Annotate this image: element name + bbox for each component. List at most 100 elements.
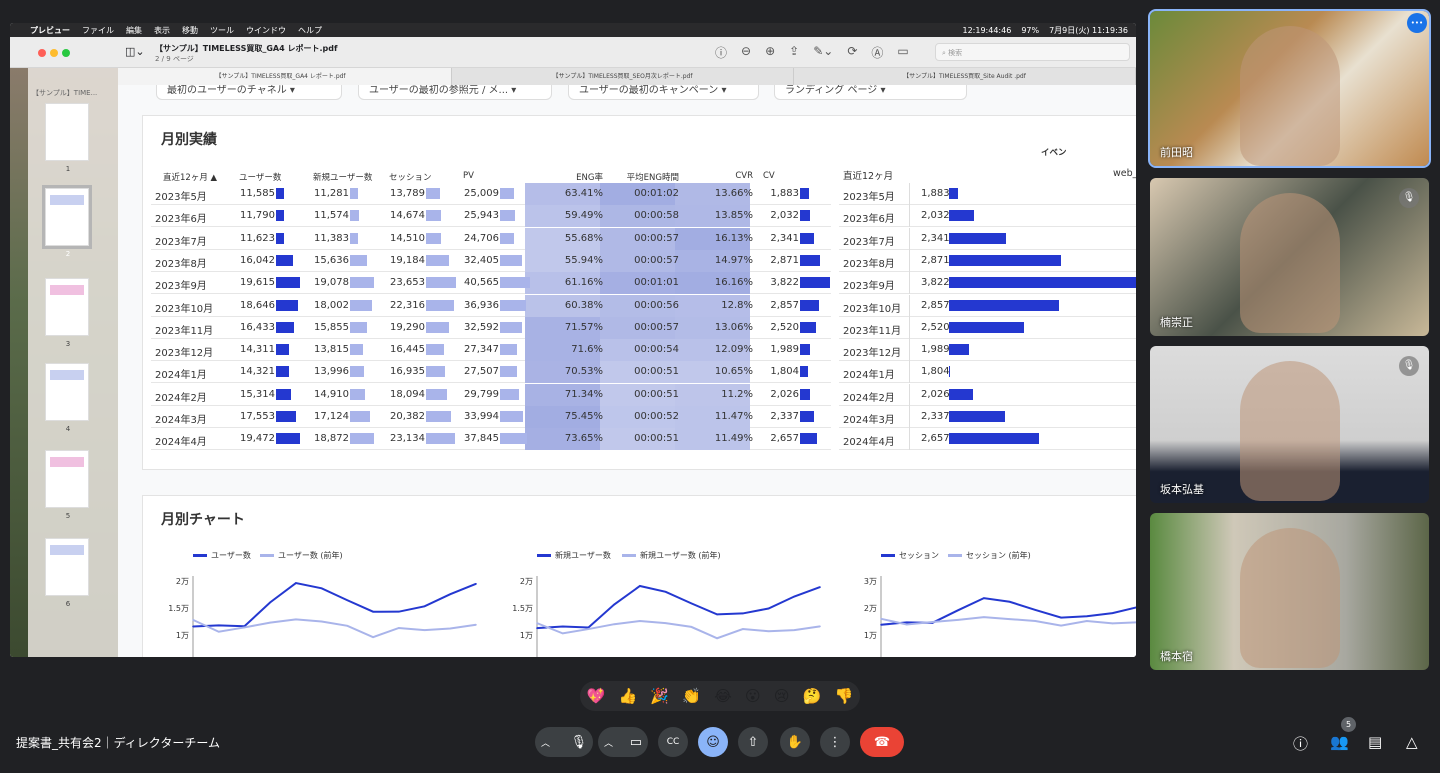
menu-item[interactable]: 表示	[154, 25, 170, 36]
filter-first-user-campaign[interactable]: ユーザーの最初のキャンペーン ▾	[568, 85, 759, 100]
column-header[interactable]: CVR	[671, 171, 753, 181]
reaction-emoji[interactable]: 😢	[774, 687, 790, 705]
column-header[interactable]: PV	[463, 171, 474, 181]
cv-bar	[949, 366, 950, 378]
participant-name: 坂本弘基	[1160, 483, 1204, 496]
value-bar	[426, 321, 449, 333]
column-header[interactable]: 新規ユーザー数	[313, 171, 372, 183]
share-icon[interactable]: ⇪	[789, 44, 799, 61]
column-header[interactable]: CV	[763, 171, 775, 181]
zoom-out-icon[interactable]: ⊖	[741, 44, 751, 61]
present-button[interactable]: ⇧	[738, 727, 768, 757]
page-thumbnail[interactable]	[45, 538, 89, 596]
value-bar	[500, 232, 514, 244]
tab-seo-report[interactable]: 【サンプル】TIMELESS買取_SEO月次レポート.pdf	[452, 68, 794, 85]
data-point	[957, 619, 959, 621]
zoom-in-icon[interactable]: ⊕	[765, 44, 775, 61]
data-point	[192, 619, 194, 621]
meeting-info-icon[interactable]: ⓘ	[1293, 733, 1308, 754]
page-thumbnail[interactable]	[45, 450, 89, 508]
menu-item[interactable]: 編集	[126, 25, 142, 36]
table-row: 2023年10月 18,646 18,002 22,316 36,936 60.38% 00…	[151, 294, 831, 317]
menu-item[interactable]: 移動	[182, 25, 198, 36]
reaction-emoji[interactable]: 😮	[745, 687, 761, 705]
page-thumbnail[interactable]	[45, 278, 89, 336]
tab-ga4-report[interactable]: 【サンプル】TIMELESS買取_GA4 レポート.pdf	[110, 68, 452, 85]
markup-pen-icon[interactable]: ✎⌄	[813, 44, 833, 61]
data-point	[475, 623, 477, 626]
reaction-emoji[interactable]: 🎉	[650, 687, 669, 705]
people-icon[interactable]: 👥	[1330, 733, 1349, 751]
sidebar-toggle-icon[interactable]: ◫⌄	[125, 45, 145, 58]
table-cell: 14,311	[240, 344, 275, 356]
zoom-window-button[interactable]	[62, 49, 70, 57]
table-cell: 25,943	[464, 210, 499, 222]
y-tick-label: 2万	[520, 577, 533, 586]
captions-button[interactable]: CC	[658, 727, 688, 757]
camera-button[interactable]: ︿ ▭	[598, 727, 648, 757]
filter-first-user-source[interactable]: ユーザーの最初の参照元 / メ... ▾	[358, 85, 552, 100]
data-point	[217, 624, 220, 627]
reaction-emoji[interactable]: 👏	[682, 687, 701, 705]
table-cell: 00:00:52	[634, 411, 679, 422]
table-cell: 16,935	[390, 366, 425, 378]
page-thumbnail[interactable]	[42, 185, 92, 249]
chevron-up-icon[interactable]: ︿	[541, 736, 550, 749]
value-bar	[500, 366, 517, 378]
menu-item[interactable]: プレビュー	[30, 25, 70, 36]
form-fill-icon[interactable]: ▭	[897, 44, 908, 61]
participant-tile[interactable]: 橋本宿	[1150, 513, 1429, 670]
reaction-emoji[interactable]: 😂	[714, 687, 732, 705]
raise-hand-button[interactable]: ✋	[780, 727, 810, 757]
participant-video	[1240, 528, 1340, 668]
data-point	[423, 605, 426, 608]
info-icon[interactable]: ⓘ	[715, 44, 727, 61]
activities-icon[interactable]: △	[1406, 733, 1418, 751]
page-number: 4	[65, 425, 71, 433]
value-bar	[500, 433, 528, 445]
reaction-emoji[interactable]: 🤔	[803, 687, 822, 705]
end-call-button[interactable]: ☎	[860, 727, 904, 757]
participant-tile[interactable]: 坂本弘基 🎙	[1150, 346, 1429, 503]
menu-item[interactable]: ヘルプ	[298, 25, 322, 36]
filter-landing-page[interactable]: ランディング ページ ▾	[774, 85, 967, 100]
search-input[interactable]: ⌕ 検索	[935, 43, 1130, 61]
menu-item[interactable]: ファイル	[82, 25, 114, 36]
value-bar	[350, 388, 366, 400]
page-thumbnail[interactable]	[45, 363, 89, 421]
page-thumbnail[interactable]	[45, 103, 89, 161]
column-header[interactable]: セッション	[389, 171, 432, 183]
minimize-window-button[interactable]	[50, 49, 58, 57]
column-header[interactable]: 平均ENG時間	[591, 171, 679, 183]
reactions-button[interactable]: ☺	[698, 727, 728, 757]
chevron-up-icon[interactable]: ︿	[604, 736, 613, 749]
column-header[interactable]: ユーザー数	[239, 171, 281, 183]
menu-item[interactable]: ツール	[210, 25, 234, 36]
menu-item[interactable]: ウインドウ	[246, 25, 286, 36]
rotate-icon[interactable]: ⟳	[847, 44, 857, 61]
participant-tile[interactable]: 前田昭 •••	[1148, 9, 1431, 168]
table-cell: 13.06%	[714, 321, 753, 333]
y-tick-label: 1万	[520, 631, 533, 640]
reaction-emoji[interactable]: 👍	[619, 687, 638, 705]
chat-icon[interactable]: ▤	[1368, 733, 1382, 751]
microphone-button[interactable]: ︿ 🎙	[535, 727, 593, 757]
reaction-emoji[interactable]: 💖	[587, 687, 606, 705]
document-tabs: 【サンプル】TIMELESS買取_GA4 レポート.pdf 【サンプル】TIME…	[110, 68, 1136, 85]
more-options-icon[interactable]: •••	[1407, 13, 1427, 33]
annotate-icon[interactable]: Ⓐ	[871, 44, 883, 61]
reaction-emoji[interactable]: 👎	[835, 687, 854, 705]
more-options-button[interactable]: ⋮	[820, 727, 850, 757]
cv-bar	[949, 232, 1006, 244]
column-header[interactable]: 直近12ヶ月 ▲	[163, 171, 217, 183]
table-cell: 2,857	[770, 299, 799, 311]
tab-site-audit[interactable]: 【サンプル】TIMELESS買取_Site Audit .pdf	[794, 68, 1136, 85]
table-cell: 19,078	[314, 277, 349, 289]
muted-mic-icon: 🎙	[1399, 356, 1419, 376]
participant-tile[interactable]: 楠崇正 🎙	[1150, 178, 1429, 336]
close-window-button[interactable]	[38, 49, 46, 57]
filter-first-user-channel[interactable]: 最初のユーザーのチャネル ▾	[156, 85, 342, 100]
data-point	[561, 632, 564, 635]
present-screen-icon: ⇧	[747, 734, 759, 750]
y-tick-label: 1.5万	[168, 604, 189, 613]
